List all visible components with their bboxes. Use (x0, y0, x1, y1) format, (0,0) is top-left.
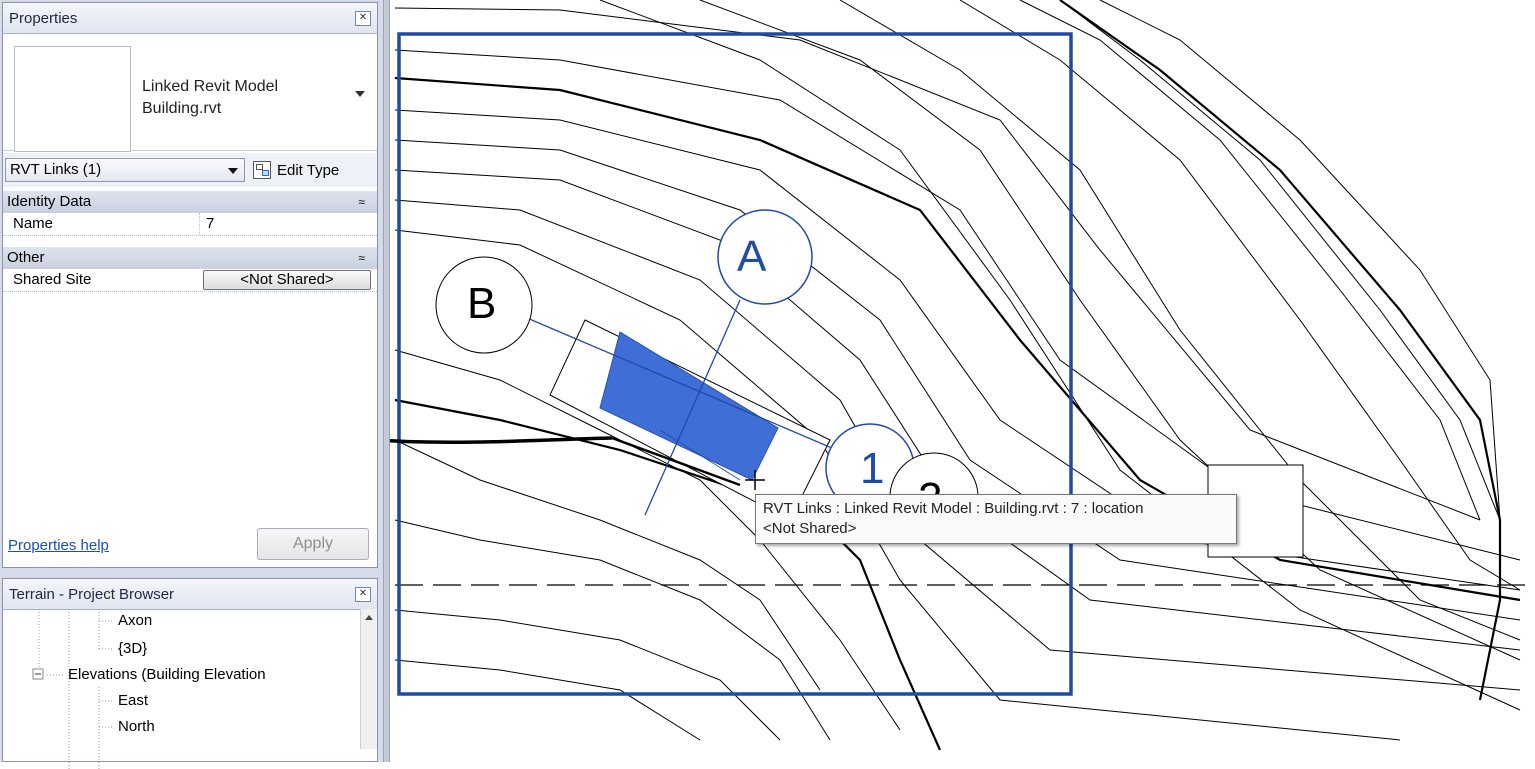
instance-filter-label: RVT Links (1) (10, 161, 102, 178)
type-file-label: Building.rvt (142, 100, 222, 117)
tree-item-elevations[interactable]: Elevations (Building Elevation (68, 665, 266, 685)
instance-filter-dropdown[interactable]: RVT Links (1) (5, 158, 245, 182)
instance-filter-row: RVT Links (1) Edit Type (3, 153, 377, 187)
property-row-name: Name 7 (3, 213, 377, 236)
property-row-shared-site: Shared Site <Not Shared> (3, 269, 377, 292)
properties-title: Properties (9, 9, 78, 27)
linked-building (519, 299, 861, 521)
close-icon[interactable]: ✕ (355, 11, 371, 26)
type-family-label: Linked Revit Model (142, 78, 279, 95)
property-label: Name (13, 215, 54, 232)
edit-type-icon (253, 161, 271, 179)
tooltip-line-2: <Not Shared> (763, 520, 857, 537)
properties-title-bar[interactable]: Properties ✕ (3, 3, 377, 34)
group-identity-data[interactable]: Identity Data ≈ (3, 191, 377, 213)
chevron-down-icon[interactable] (355, 91, 365, 97)
project-browser: Terrain - Project Browser ✕ Axon {3D} El… (2, 578, 378, 769)
grid-label-1: 1 (860, 444, 885, 493)
shared-site-button[interactable]: <Not Shared> (203, 270, 371, 290)
collapse-icon[interactable]: ≈ (358, 247, 365, 269)
tree-item-axon[interactable]: Axon (118, 611, 152, 631)
scroll-up-icon[interactable] (365, 615, 373, 620)
tree-lines (32, 609, 113, 769)
name-field[interactable]: 7 (199, 213, 375, 235)
tree-item-3d[interactable]: {3D} (118, 639, 147, 659)
group-label: Identity Data (7, 193, 92, 210)
type-thumbnail (14, 46, 131, 152)
left-dock: Properties ✕ Linked Revit Model Building… (0, 0, 383, 769)
group-label: Other (7, 249, 45, 266)
project-browser-title-bar[interactable]: Terrain - Project Browser ✕ (3, 579, 377, 610)
property-label: Shared Site (13, 271, 92, 288)
site-plan (390, 0, 1535, 751)
tooltip-line-1: RVT Links : Linked Revit Model : Buildin… (763, 500, 1144, 517)
scrollbar[interactable] (360, 609, 377, 749)
drawing-canvas[interactable]: A B 1 2 (390, 0, 1535, 762)
edit-type-button[interactable]: Edit Type (253, 158, 339, 182)
properties-help-link[interactable]: Properties help (8, 537, 109, 554)
apply-button[interactable]: Apply (257, 528, 369, 560)
properties-palette: Properties ✕ Linked Revit Model Building… (2, 2, 378, 568)
collapse-icon[interactable]: ≈ (358, 191, 365, 213)
type-name: Linked Revit Model Building.rvt (142, 76, 278, 120)
group-other[interactable]: Other ≈ (3, 247, 377, 269)
close-icon[interactable]: ✕ (355, 587, 371, 602)
grid-label-a: A (737, 232, 767, 281)
tree-item-north[interactable]: North (118, 717, 155, 737)
tree-item-east[interactable]: East (118, 691, 148, 711)
element-tooltip: RVT Links : Linked Revit Model : Buildin… (755, 494, 1237, 544)
project-browser-title: Terrain - Project Browser (9, 585, 175, 603)
grid-label-b: B (467, 279, 497, 328)
dock-splitter[interactable] (383, 0, 390, 762)
chevron-down-icon (228, 168, 238, 174)
type-selector[interactable]: Linked Revit Model Building.rvt (3, 36, 377, 152)
edit-type-label: Edit Type (277, 161, 340, 179)
